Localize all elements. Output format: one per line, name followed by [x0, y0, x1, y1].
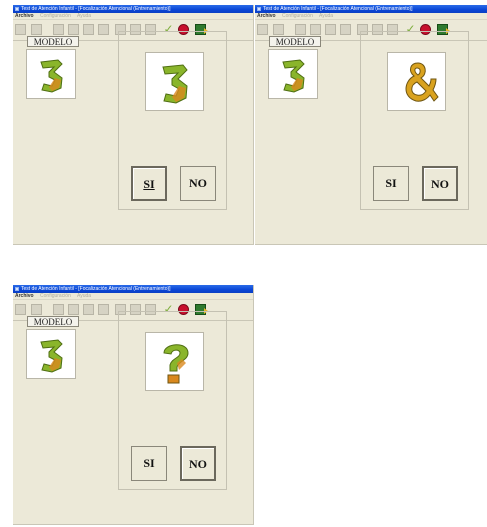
menu-ayuda[interactable]: Ayuda — [77, 13, 91, 19]
title-bar: Test de Atención Infantil - [Focalizació… — [13, 5, 253, 13]
menu-archivo[interactable]: Archivo — [15, 13, 34, 19]
app-icon — [15, 286, 19, 291]
window-title: Test de Atención Infantil - [Focalizació… — [263, 6, 413, 12]
title-bar: Test de Atención Infantil - [Focalizació… — [255, 5, 487, 13]
no-label: NO — [431, 177, 449, 191]
menu-configuracion[interactable]: Configuración — [40, 13, 71, 19]
menu-ayuda[interactable]: Ayuda — [319, 13, 333, 19]
disabled-icon[interactable] — [98, 24, 109, 35]
people-icon[interactable] — [68, 24, 79, 35]
visor-icon[interactable] — [15, 304, 26, 315]
stimulus-card — [145, 332, 204, 391]
number-3-figure — [40, 59, 63, 93]
window-title: Test de Atención Infantil - [Focalizació… — [21, 6, 171, 12]
model-label: MODELO — [27, 316, 79, 327]
app-window-1: Test de Atención Infantil - [Focalizació… — [13, 5, 254, 245]
yes-button[interactable]: SI — [131, 166, 167, 201]
yes-label: SI — [143, 177, 155, 191]
no-label: NO — [189, 457, 207, 471]
grid-icon[interactable] — [53, 24, 64, 35]
visor-icon[interactable] — [257, 24, 268, 35]
grid-icon[interactable] — [295, 24, 306, 35]
menu-archivo[interactable]: Archivo — [257, 13, 276, 19]
yes-label: SI — [385, 176, 397, 190]
no-button[interactable]: NO — [180, 166, 216, 201]
chart-icon[interactable] — [31, 24, 42, 35]
app-icon — [15, 6, 19, 11]
menu-configuracion[interactable]: Configuración — [282, 13, 313, 19]
yes-button[interactable]: SI — [131, 446, 167, 481]
disabled-icon[interactable] — [83, 24, 94, 35]
ampersand-figure — [405, 62, 439, 102]
model-card — [26, 329, 76, 379]
yes-button[interactable]: SI — [373, 166, 409, 201]
menu-bar: Archivo Configuración Ayuda — [255, 13, 487, 20]
menu-ayuda[interactable]: Ayuda — [77, 293, 91, 299]
app-window-2: Test de Atención Infantil - [Focalizació… — [255, 5, 487, 245]
app-window-3: Test de Atención Infantil - [Focalizació… — [13, 285, 254, 525]
disabled-icon[interactable] — [98, 304, 109, 315]
menu-bar: Archivo Configuración Ayuda — [13, 293, 253, 300]
stimulus-card — [387, 52, 446, 111]
menu-archivo[interactable]: Archivo — [15, 293, 34, 299]
no-button[interactable]: NO — [180, 446, 216, 481]
disabled-icon[interactable] — [340, 24, 351, 35]
model-card — [268, 49, 318, 99]
number-3-figure — [282, 59, 305, 93]
title-bar: Test de Atención Infantil - [Focalizació… — [13, 285, 253, 293]
number-3-figure — [40, 339, 63, 373]
stimulus-panel: SI NO — [360, 31, 469, 210]
stimulus-panel: SI NO — [118, 311, 227, 490]
disabled-icon[interactable] — [83, 304, 94, 315]
menu-configuracion[interactable]: Configuración — [40, 293, 71, 299]
stimulus-card — [145, 52, 204, 111]
chart-icon[interactable] — [31, 304, 42, 315]
people-icon[interactable] — [310, 24, 321, 35]
disabled-icon[interactable] — [325, 24, 336, 35]
stimulus-panel: SI NO — [118, 31, 227, 210]
people-icon[interactable] — [68, 304, 79, 315]
menu-bar: Archivo Configuración Ayuda — [13, 13, 253, 20]
chart-icon[interactable] — [273, 24, 284, 35]
grid-icon[interactable] — [53, 304, 64, 315]
model-label: MODELO — [269, 36, 321, 47]
no-button[interactable]: NO — [422, 166, 458, 201]
no-label: NO — [189, 176, 207, 190]
model-label: MODELO — [27, 36, 79, 47]
visor-icon[interactable] — [15, 24, 26, 35]
question-mark-figure — [163, 344, 189, 384]
yes-label: SI — [143, 456, 155, 470]
app-icon — [257, 6, 261, 11]
model-card — [26, 49, 76, 99]
window-title: Test de Atención Infantil - [Focalizació… — [21, 286, 171, 292]
number-3-figure — [162, 64, 188, 104]
